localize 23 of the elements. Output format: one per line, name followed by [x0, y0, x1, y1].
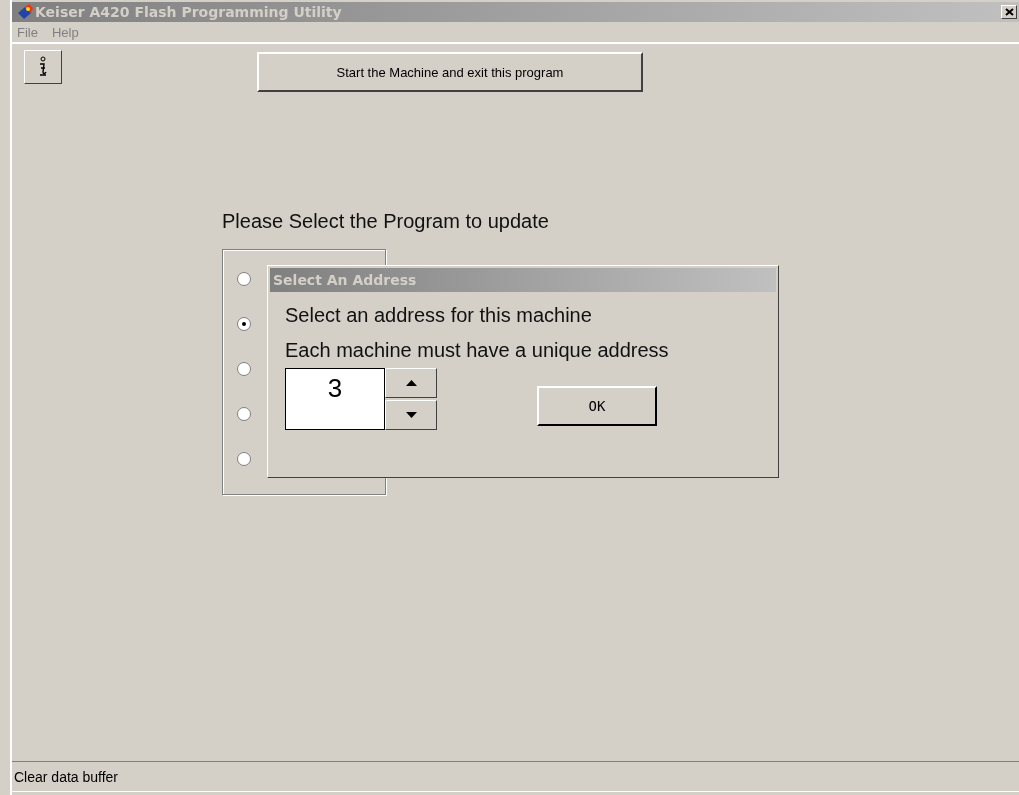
app-icon [16, 4, 34, 20]
info-button[interactable] [24, 50, 62, 84]
radio-button[interactable] [237, 272, 251, 286]
status-bar: Clear data buffer [12, 761, 1019, 792]
spin-up-button[interactable] [385, 368, 437, 398]
dialog-text: Each machine must have a unique address [285, 339, 670, 362]
spin-down-button[interactable] [385, 400, 437, 430]
address-field[interactable]: 3 [285, 368, 385, 430]
radio-button[interactable] [237, 452, 251, 466]
up-arrow-icon [405, 380, 417, 386]
start-button[interactable]: Start the Machine and exit this program [257, 52, 643, 92]
radio-button[interactable] [237, 362, 251, 376]
dialog-text: Select an address for this machine [285, 304, 593, 327]
close-button[interactable] [1001, 5, 1017, 19]
radio-button[interactable] [237, 407, 251, 421]
down-arrow-icon [405, 412, 417, 418]
close-icon [1004, 8, 1014, 16]
info-icon [37, 56, 49, 78]
prompt-text: Please Select the Program to update [222, 210, 549, 233]
dialog-title: Select An Address [270, 268, 776, 292]
ok-button[interactable]: OK [537, 386, 657, 426]
radio-button[interactable] [237, 317, 251, 331]
window-title: Keiser A420 Flash Programming Utility [35, 4, 342, 20]
